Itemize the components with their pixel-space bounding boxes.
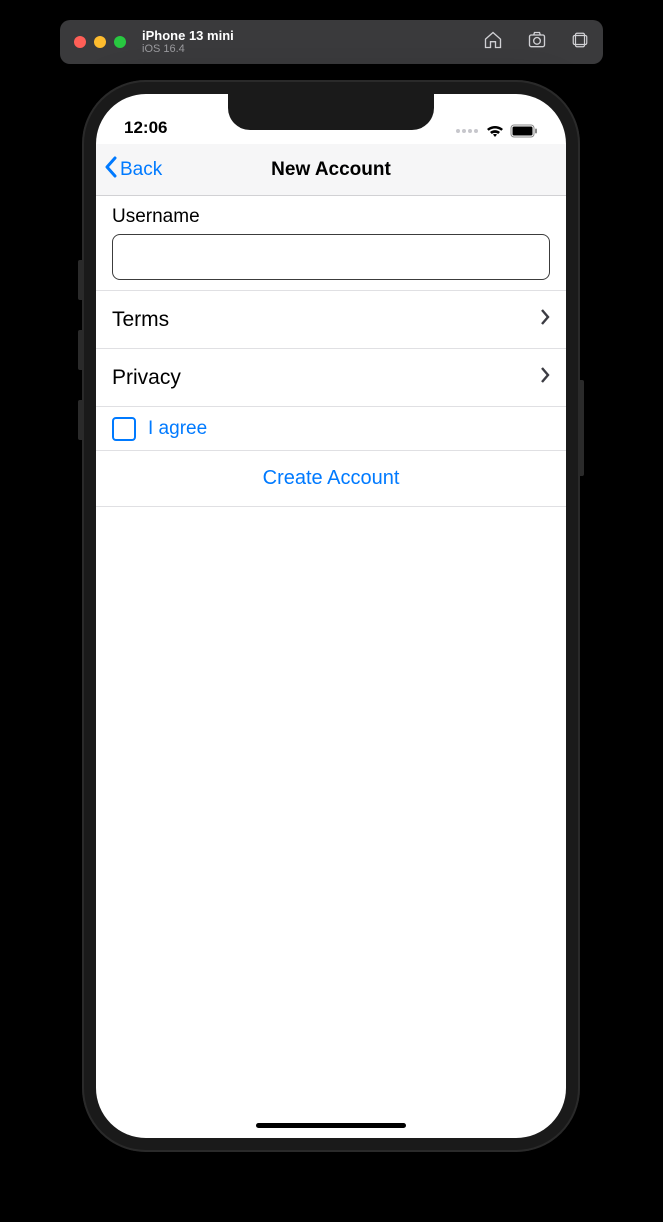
battery-icon [510,124,538,138]
close-window-button[interactable] [74,36,86,48]
username-section: Username [96,196,566,291]
zoom-window-button[interactable] [114,36,126,48]
back-label: Back [120,159,162,181]
privacy-row[interactable]: Privacy [96,349,566,407]
agree-row: I agree [96,407,566,451]
chevron-right-icon [540,308,550,332]
page-title: New Account [96,159,566,181]
screen: 12:06 Back New Account [96,94,566,1138]
home-indicator[interactable] [256,1123,406,1128]
agree-checkbox[interactable] [112,417,136,441]
window-controls [74,36,126,48]
chevron-right-icon [540,366,550,390]
back-button[interactable]: Back [104,156,162,184]
iphone-frame: 12:06 Back New Account [82,80,580,1152]
agree-label[interactable]: I agree [148,418,207,440]
simulator-title-block: iPhone 13 mini iOS 16.4 [142,29,234,55]
home-icon[interactable] [483,30,503,55]
simulator-titlebar: iPhone 13 mini iOS 16.4 [60,20,603,64]
username-label: Username [112,206,550,228]
rotate-icon[interactable] [571,31,589,54]
minimize-window-button[interactable] [94,36,106,48]
status-time: 12:06 [124,118,167,138]
simulator-device-name: iPhone 13 mini [142,29,234,43]
terms-row[interactable]: Terms [96,291,566,349]
chevron-left-icon [104,156,118,184]
username-input[interactable] [112,234,550,280]
terms-label: Terms [112,308,169,332]
cellular-indicator [456,129,478,133]
notch [228,94,434,130]
privacy-label: Privacy [112,366,181,390]
create-account-button[interactable]: Create Account [96,451,566,507]
navigation-bar: Back New Account [96,144,566,196]
simulator-os-version: iOS 16.4 [142,43,234,55]
screenshot-icon[interactable] [527,30,547,55]
wifi-icon [486,124,504,138]
